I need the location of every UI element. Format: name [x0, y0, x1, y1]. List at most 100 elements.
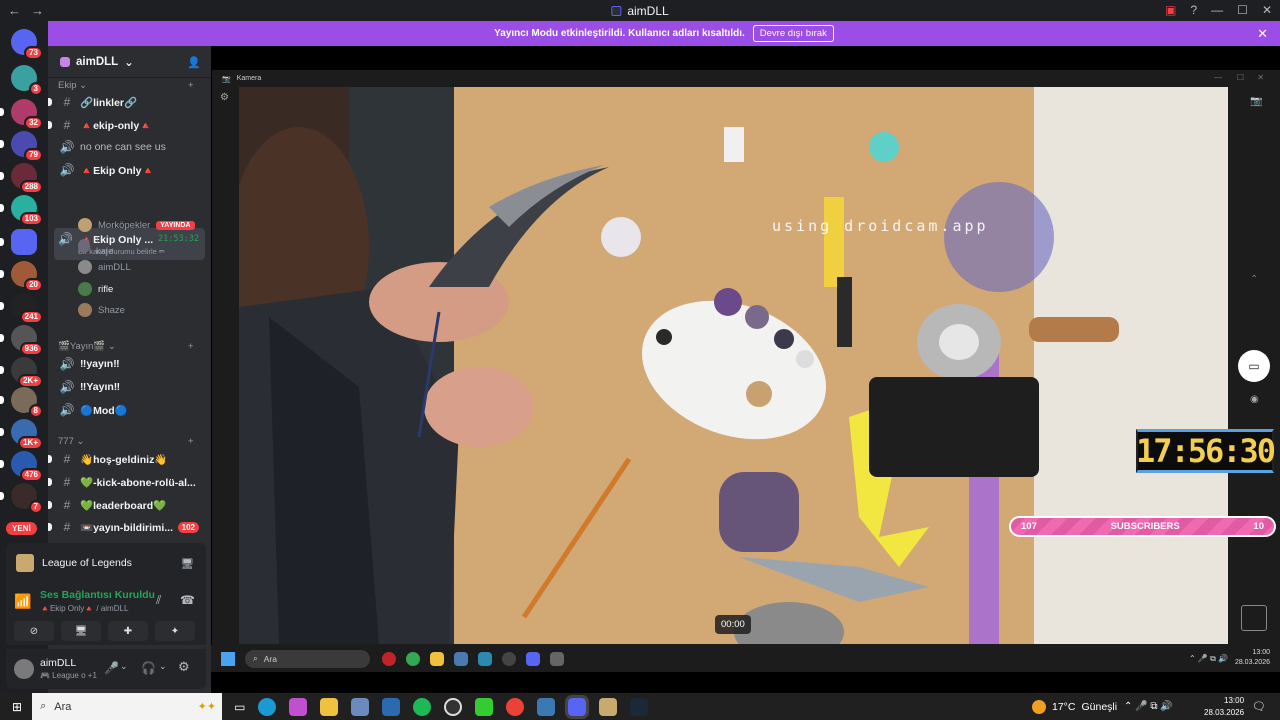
guild-header[interactable]: aimDLL ⌄ 👤	[48, 46, 211, 78]
close-button[interactable]: ✕	[1262, 3, 1272, 17]
channel-item[interactable]: # 💚leaderboard💚	[48, 495, 205, 515]
minimize-button[interactable]: —	[1214, 73, 1222, 82]
app-icon[interactable]	[475, 697, 494, 716]
server-icon[interactable]: 1K+	[0, 419, 43, 450]
avatar[interactable]	[14, 659, 34, 679]
league-icon[interactable]	[599, 697, 618, 716]
discord-icon[interactable]	[526, 651, 540, 666]
channel-item[interactable]: # 🔺ekip-only🔺	[48, 115, 205, 135]
store-icon[interactable]	[351, 697, 370, 716]
close-button[interactable]: ✕	[1257, 73, 1264, 82]
folder-icon[interactable]	[430, 651, 444, 666]
server-icon[interactable]: 2K+	[0, 357, 43, 388]
channel-item[interactable]: 🔊 ‼Yayın‼	[54, 377, 205, 397]
server-icon[interactable]: 103	[0, 195, 43, 226]
app-icon[interactable]	[537, 697, 556, 716]
channel-item[interactable]: 🔊 🔵Mod🔵	[54, 400, 205, 420]
maximize-button[interactable]: ☐	[1237, 73, 1244, 82]
server-icon[interactable]: 32	[0, 99, 43, 130]
channel-item[interactable]: # 💚-kick-abone-rolü-al...	[48, 472, 205, 492]
chevron-down-icon[interactable]: ⌄	[120, 661, 128, 672]
app-icon[interactable]	[454, 651, 468, 666]
opera-icon[interactable]	[382, 651, 396, 666]
invite-icon[interactable]: 👤	[187, 56, 201, 69]
category-yayin[interactable]: 🎬Yayın🎬 ⌄ +	[58, 341, 194, 352]
task-view-icon[interactable]: ▭	[234, 700, 245, 714]
spotify-icon[interactable]	[413, 697, 432, 716]
system-tray[interactable]: ⌃ 🎤 ⧉ 🔊	[1124, 701, 1173, 712]
soundboard-button[interactable]: ✦	[155, 621, 195, 641]
gear-icon[interactable]: ⚙	[178, 659, 190, 675]
add-channel-icon[interactable]: +	[188, 80, 194, 91]
obs-icon[interactable]	[502, 651, 516, 666]
screen-share-button[interactable]: 🖥	[61, 621, 101, 641]
file-explorer-icon[interactable]	[320, 697, 339, 716]
forward-arrow-icon[interactable]: →	[31, 3, 44, 18]
category-ekip[interactable]: Ekip ⌄ +	[58, 80, 194, 91]
record-video-button[interactable]: ▭	[1238, 350, 1270, 382]
screen-share-icon[interactable]: 🖥	[181, 557, 194, 570]
channel-item[interactable]: 🔊 ‼yayın‼	[54, 354, 205, 374]
add-channel-icon[interactable]: +	[188, 341, 194, 352]
maximize-button[interactable]: ☐	[1237, 3, 1248, 17]
search-box[interactable]: ⌕ Ara	[245, 649, 370, 668]
channel-item[interactable]: # 📼yayın-bildirimi... 102	[48, 517, 205, 537]
channel-item[interactable]: 🔊 no one can see us	[54, 137, 205, 157]
microphone-icon[interactable]: 🎤	[104, 661, 119, 675]
snapshot-icon[interactable]: 📷	[1250, 96, 1262, 107]
server-icon[interactable]: 241	[0, 293, 43, 324]
notification-icon[interactable]: 🗨	[1252, 700, 1266, 713]
noise-suppression-icon[interactable]: ⫽	[156, 593, 161, 608]
taskbar-clock[interactable]: 13:00 28.03.2026	[1204, 695, 1244, 719]
outlook-icon[interactable]	[382, 697, 401, 716]
inbox-icon[interactable]: ▣	[1165, 3, 1176, 17]
weather-widget[interactable]: 17°C Güneşli	[1032, 699, 1117, 714]
chevron-down-icon[interactable]: ⌄	[159, 661, 167, 672]
disable-streamer-mode-button[interactable]: Devre dışı bırak	[752, 25, 834, 42]
server-icon[interactable]	[0, 229, 37, 255]
voice-user[interactable]: ! kaje	[78, 235, 115, 257]
category-777[interactable]: 777 ⌄ +	[58, 436, 194, 447]
minimize-button[interactable]: —	[1211, 3, 1223, 17]
close-icon[interactable]: ✕	[1257, 26, 1268, 42]
back-arrow-icon[interactable]: ←	[8, 3, 21, 18]
app-icon[interactable]	[478, 651, 492, 666]
voice-user[interactable]: Shaze	[78, 301, 125, 319]
server-icon[interactable]: 7	[0, 483, 43, 514]
photo-icon[interactable]: ◉	[1250, 394, 1259, 405]
copilot-icon[interactable]	[289, 697, 308, 716]
steam-icon[interactable]	[630, 697, 649, 716]
server-icon[interactable]: 73	[11, 29, 43, 60]
discord-icon[interactable]	[565, 694, 590, 719]
disconnect-icon[interactable]: ☎	[180, 593, 195, 607]
windows-icon[interactable]	[221, 651, 235, 666]
chrome-icon[interactable]	[506, 697, 525, 716]
gear-icon[interactable]: ⚙	[220, 92, 229, 103]
camera-off-button[interactable]: ⊘	[14, 621, 54, 641]
voice-user[interactable]: aimDLL	[78, 258, 131, 276]
headphones-icon[interactable]: 🎧	[141, 661, 156, 675]
voice-channel[interactable]: 🔺Ekip Only🔺 / aimDLL	[40, 604, 128, 613]
channel-item[interactable]: 🔊 🔺Ekip Only🔺	[54, 160, 205, 180]
server-icon[interactable]: 8	[0, 387, 43, 418]
new-badge[interactable]: YENİ	[6, 522, 37, 535]
signal-icon[interactable]: 📶	[14, 593, 31, 610]
activity-button[interactable]: ✚	[108, 621, 148, 641]
server-icon[interactable]: 3	[11, 65, 43, 96]
channel-item[interactable]: # 🔗linkler🔗	[48, 92, 205, 112]
server-icon[interactable]: 476	[0, 451, 43, 482]
voice-user[interactable]: rifle	[78, 280, 113, 298]
server-icon[interactable]: 936	[0, 325, 43, 356]
camera-app-icon[interactable]	[550, 651, 564, 666]
help-icon[interactable]: ?	[1190, 3, 1197, 17]
chrome-icon[interactable]	[406, 651, 420, 666]
channel-item[interactable]: # 👋hoş-geldiniz👋	[48, 449, 205, 469]
tray-icons[interactable]: ⌃ 🎤 ⧉ 🔊	[1189, 654, 1228, 664]
chevron-up-icon[interactable]: ⌃	[1250, 274, 1258, 285]
server-icon[interactable]: 288	[0, 163, 43, 194]
server-icon[interactable]: 79	[0, 131, 43, 162]
start-icon[interactable]: ⊞	[12, 700, 22, 714]
obs-icon[interactable]	[444, 697, 463, 716]
game-activity-panel[interactable]: League of Legends 🖥	[6, 543, 206, 583]
gallery-thumbnail[interactable]	[1241, 605, 1267, 631]
